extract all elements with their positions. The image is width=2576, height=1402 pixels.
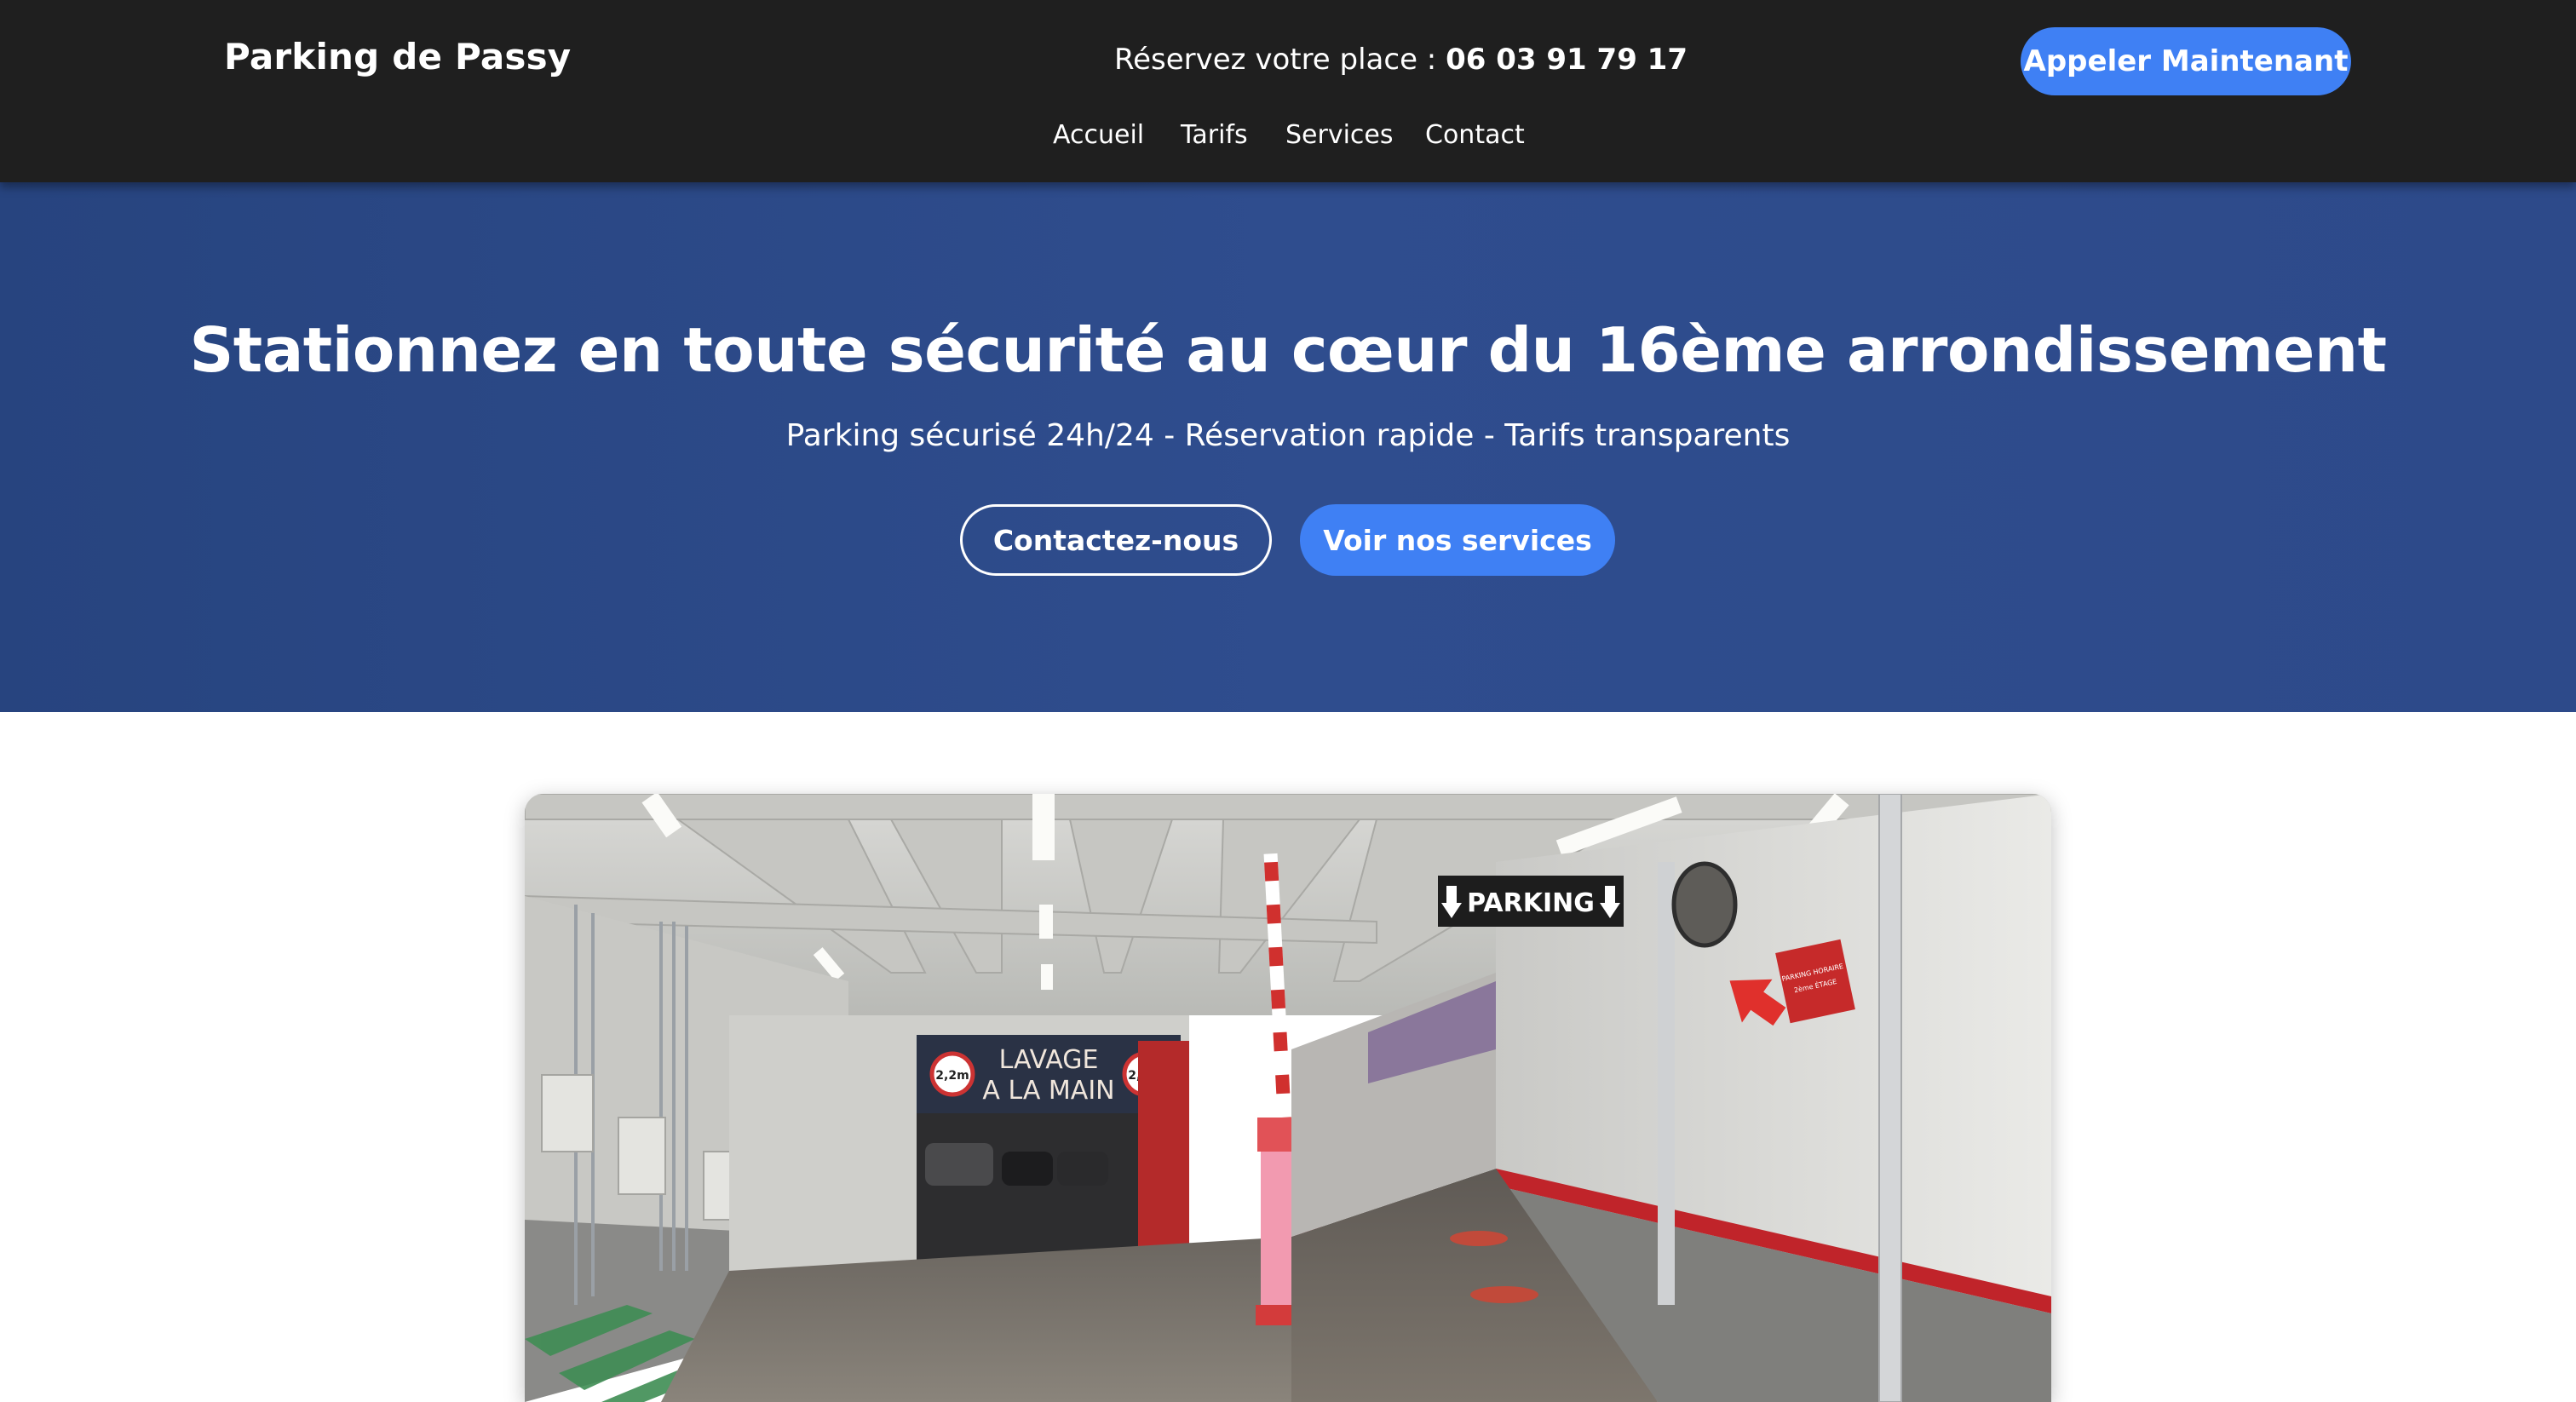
services-button[interactable]: Voir nos services (1300, 504, 1615, 576)
nav-item-services[interactable]: Services (1285, 120, 1394, 150)
red-pillar (1138, 1041, 1189, 1271)
floor-marker (1450, 1231, 1508, 1246)
hero-section: Stationnez en toute sécurité au cœur du … (0, 182, 2576, 712)
nav-item-contact[interactable]: Contact (1425, 120, 1525, 150)
parking-entrance-photo: 2,2m 2,2m LAVAGE A LA MAIN (525, 794, 2051, 1402)
wall-pipe (1878, 794, 1902, 1402)
parking-sign-text: PARKING (1467, 888, 1595, 918)
floor-marker-2 (1470, 1286, 1538, 1303)
nav-item-tarifs[interactable]: Tarifs (1181, 120, 1248, 150)
car-wash-sign-line2: A LA MAIN (982, 1076, 1114, 1106)
call-now-button[interactable]: Appeler Maintenant (2021, 27, 2351, 95)
site-header: Parking de Passy Réservez votre place : … (0, 0, 2576, 182)
height-badge-left: 2,2m (935, 1069, 969, 1083)
car-wash-sign-line1: LAVAGE (999, 1045, 1099, 1075)
hero-subtitle: Parking sécurisé 24h/24 - Réservation ra… (785, 418, 1791, 453)
convex-mirror (1671, 861, 1738, 948)
brand-logo[interactable]: Parking de Passy (224, 36, 571, 78)
reserve-label: Réservez votre place : (1114, 43, 1446, 77)
parking-photo-illustration: 2,2m 2,2m LAVAGE A LA MAIN (525, 794, 2051, 1402)
contact-button[interactable]: Contactez-nous (960, 504, 1272, 576)
phone-number[interactable]: 06 03 91 79 17 (1446, 43, 1688, 77)
hero-title: Stationnez en toute sécurité au cœur du … (189, 314, 2387, 386)
parking-sign: PARKING (1438, 876, 1624, 927)
nav-item-accueil[interactable]: Accueil (1053, 120, 1144, 150)
reservation-info: Réservez votre place : 06 03 91 79 17 (1114, 43, 1688, 77)
